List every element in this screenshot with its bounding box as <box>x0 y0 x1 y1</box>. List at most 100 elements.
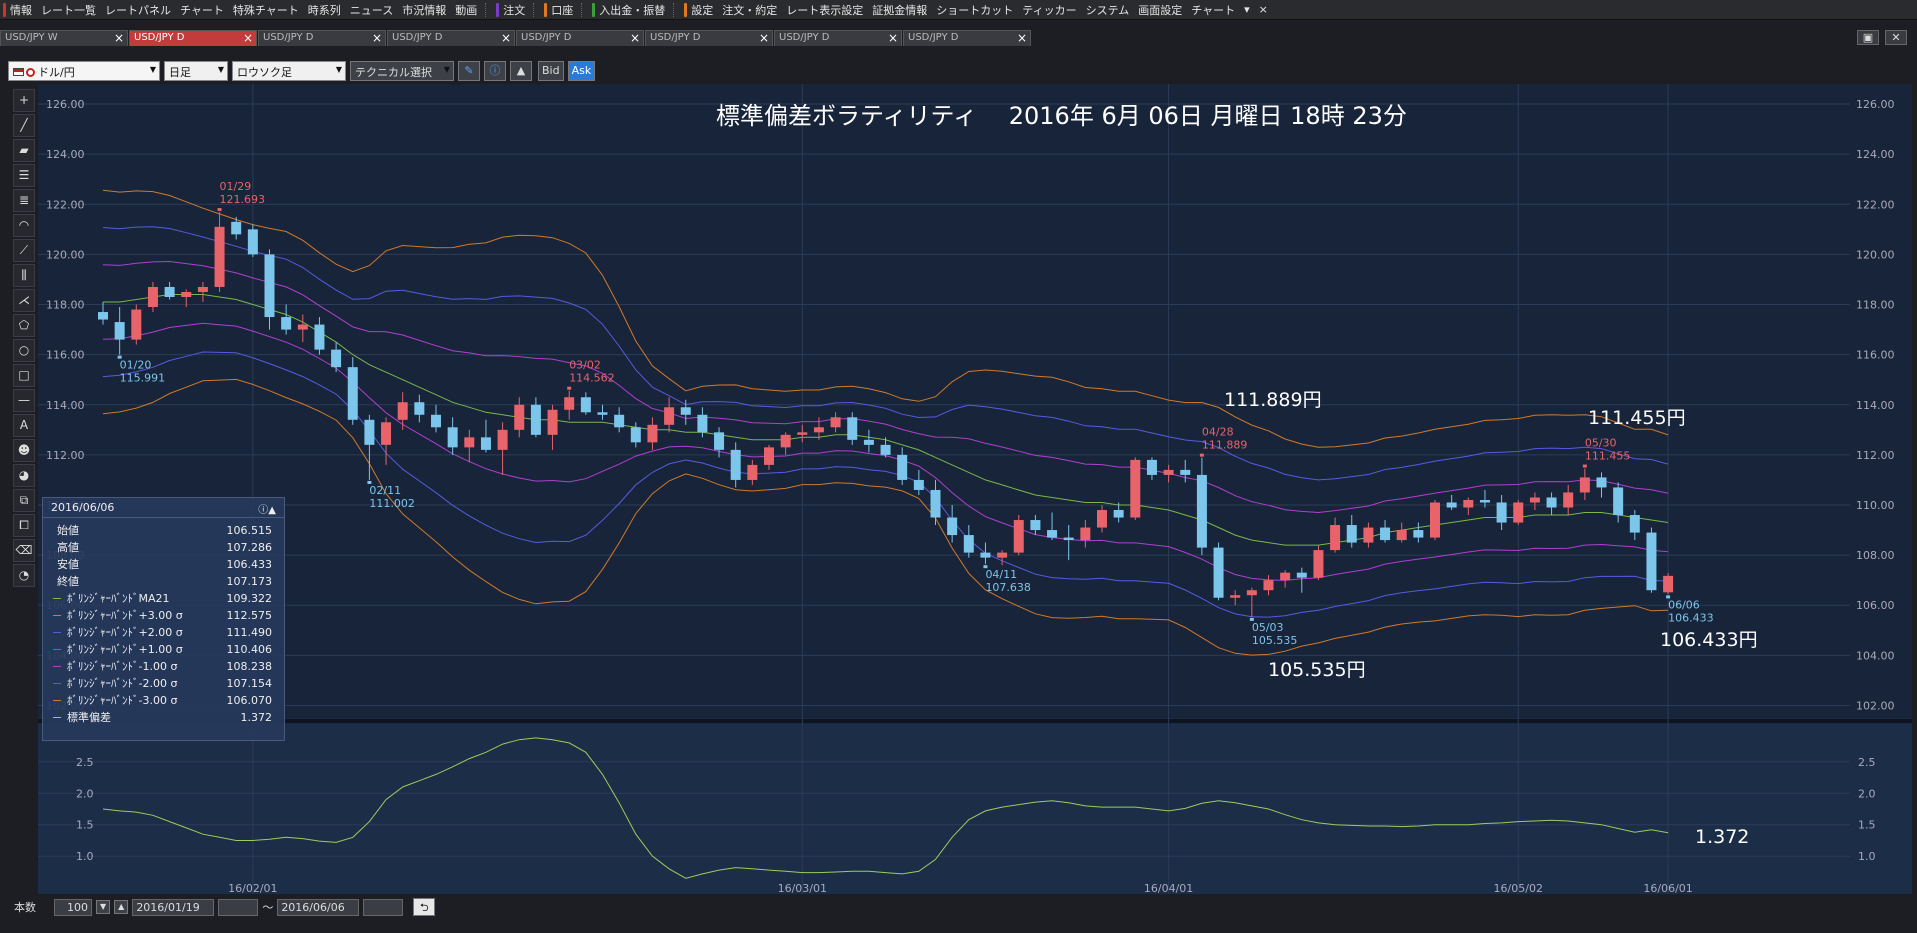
menu-item-label: 画面設定 <box>1138 3 1183 17</box>
menu-item[interactable]: チャート <box>1188 0 1241 19</box>
chart-tab[interactable]: USD/JPY D × <box>258 30 386 46</box>
horizontal-line-icon[interactable]: — <box>13 389 35 412</box>
circle-icon[interactable]: ○ <box>13 339 35 362</box>
refresh-icon[interactable]: ⮌ <box>413 898 436 916</box>
close-tab-icon[interactable]: × <box>501 31 511 45</box>
series-swatch <box>53 700 61 701</box>
copy-icon[interactable]: ⧉ <box>13 489 35 512</box>
info-icon[interactable]: ⓘ <box>484 61 506 81</box>
currency-pair-select[interactable]: ドル/円 <box>8 61 160 81</box>
to-date-input[interactable]: 2016/06/06 <box>277 898 360 916</box>
menu-item[interactable]: レート表示設定 <box>783 0 869 19</box>
candle-body <box>1430 502 1440 538</box>
y-tick-label-left: 126.00 <box>46 98 85 111</box>
chart-tab[interactable]: USD/JPY D × <box>903 30 1031 46</box>
info-row: ﾎﾞﾘﾝｼﾞｬｰﾊﾞﾝﾄﾞ-2.00 σ 107.154 <box>43 675 284 692</box>
menu-item[interactable]: 画面設定 <box>1135 0 1188 19</box>
close-tab-icon[interactable]: × <box>759 31 769 45</box>
ruler-icon[interactable]: ▰ <box>13 139 35 162</box>
multi-lines-icon[interactable]: ≣ <box>13 189 35 212</box>
point-label-value: 107.638 <box>985 581 1030 594</box>
menu-item[interactable]: チャート <box>177 0 230 19</box>
sub-y-tick-left: 2.5 <box>76 756 94 769</box>
menu-item[interactable]: レートパネル <box>102 0 177 19</box>
close-tab-icon[interactable]: × <box>630 31 640 45</box>
menu-item[interactable]: 特殊チャート <box>230 0 305 19</box>
rectangle-icon[interactable]: □ <box>13 364 35 387</box>
candle-body <box>1213 547 1224 598</box>
y-tick-label-right: 118.00 <box>1856 299 1895 312</box>
arc-icon[interactable]: ◠ <box>13 214 35 237</box>
from-time-input[interactable] <box>218 898 259 916</box>
vertical-lines-icon[interactable]: ⫼ <box>13 264 35 287</box>
chart-tab[interactable]: USD/JPY D × <box>774 30 902 46</box>
paste-icon[interactable]: ⧠ <box>13 514 35 537</box>
chart-canvas: 126.00 126.00 124.00 124.00 122.00 122.00 120.… <box>38 84 1912 894</box>
fan-icon[interactable]: ⟋ <box>13 239 35 262</box>
pentagon-icon[interactable]: ⬠ <box>13 314 35 337</box>
candle-body <box>1280 572 1291 581</box>
menu-item[interactable]: 時系列 <box>305 0 347 19</box>
technical-select[interactable]: テクニカル選択 <box>350 61 454 81</box>
menu-item[interactable]: ティッカー <box>1019 0 1082 19</box>
chart-tab[interactable]: USD/JPY D × <box>645 30 773 46</box>
ask-button[interactable]: Ask <box>567 61 596 81</box>
y-tick-label-left: 116.00 <box>46 349 85 362</box>
close-tab-icon[interactable]: × <box>888 31 898 45</box>
menu-item[interactable]: 市況情報 <box>399 0 452 19</box>
eraser-icon[interactable]: ⌫ <box>13 539 35 562</box>
menu-item[interactable]: ショートカット <box>933 0 1019 19</box>
clear-all-icon[interactable]: ◔ <box>13 564 35 587</box>
menu-item[interactable]: 注文・約定 <box>719 0 783 19</box>
restore-window-button[interactable]: ▣ <box>1857 30 1879 45</box>
menu-item[interactable]: 注文 <box>493 0 531 19</box>
menu-item[interactable]: システム <box>1083 0 1136 19</box>
crosshair-icon[interactable]: + <box>13 89 35 112</box>
close-tab-icon[interactable]: × <box>1017 31 1027 45</box>
close-tab-icon[interactable]: × <box>372 31 382 45</box>
y-tick-label-left: 120.00 <box>46 248 85 261</box>
menu-item-label: 動画 <box>455 3 478 17</box>
menu-item[interactable]: 設定 <box>681 0 719 19</box>
to-time-input[interactable] <box>363 898 404 916</box>
bid-button[interactable]: Bid <box>538 61 564 81</box>
menu-item[interactable]: 動画 <box>452 0 483 19</box>
color-icon[interactable]: ◕ <box>13 464 35 487</box>
y-tick-label-left: 114.00 <box>46 399 85 412</box>
chart-tab[interactable]: USD/JPY D × <box>387 30 515 46</box>
menu-more-icon[interactable]: ▾ <box>1241 0 1256 19</box>
close-window-button[interactable]: ✕ <box>1885 30 1907 45</box>
from-date-input[interactable]: 2016/01/19 <box>132 898 215 916</box>
trendline-icon[interactable]: ╱ <box>13 114 35 137</box>
chart-type-select[interactable]: ロウソク足 <box>232 61 346 81</box>
stamp-icon[interactable]: ☻ <box>13 439 35 462</box>
info-row: 高値 107.286 <box>43 539 284 556</box>
area-chart-icon[interactable]: ▲ <box>510 61 532 81</box>
count-input[interactable]: 100 <box>54 898 92 916</box>
count-down-icon[interactable]: ▼ <box>96 900 111 914</box>
pitchfork-icon[interactable]: ⋌ <box>13 289 35 312</box>
chart-tab[interactable]: USD/JPY D × <box>129 30 257 46</box>
menu-item[interactable]: 入出金・振替 <box>589 0 671 19</box>
menu-item[interactable]: ニュース <box>347 0 399 19</box>
menu-close-icon[interactable]: × <box>1256 0 1274 19</box>
menu-item[interactable]: レート一覧 <box>38 0 102 19</box>
info-toggle-icon[interactable]: ⓘ▲ <box>258 501 276 516</box>
close-tab-icon[interactable]: × <box>114 31 124 45</box>
horizontal-lines-icon[interactable]: ☰ <box>13 164 35 187</box>
chart-area[interactable]: 126.00 126.00 124.00 124.00 122.00 122.00 120.… <box>38 84 1912 894</box>
pencil-icon[interactable]: ✎ <box>458 61 480 81</box>
menu-item[interactable]: 証拠金情報 <box>869 0 933 19</box>
chart-tab[interactable]: USD/JPY D × <box>516 30 644 46</box>
candle-body <box>1330 525 1341 551</box>
point-label-value: 105.535 <box>1252 634 1298 647</box>
chart-tab[interactable]: USD/JPY W × <box>0 30 128 46</box>
menu-item-label: ショートカット <box>936 3 1014 17</box>
point-label-date: 01/29 <box>220 180 252 193</box>
text-tool-icon[interactable]: A <box>13 414 35 437</box>
close-tab-icon[interactable]: × <box>243 31 253 45</box>
menu-item[interactable]: 情報 <box>0 0 38 19</box>
menu-item[interactable]: 口座 <box>541 0 579 19</box>
period-select[interactable]: 日足 <box>164 61 228 81</box>
count-up-icon[interactable]: ▲ <box>114 900 129 914</box>
